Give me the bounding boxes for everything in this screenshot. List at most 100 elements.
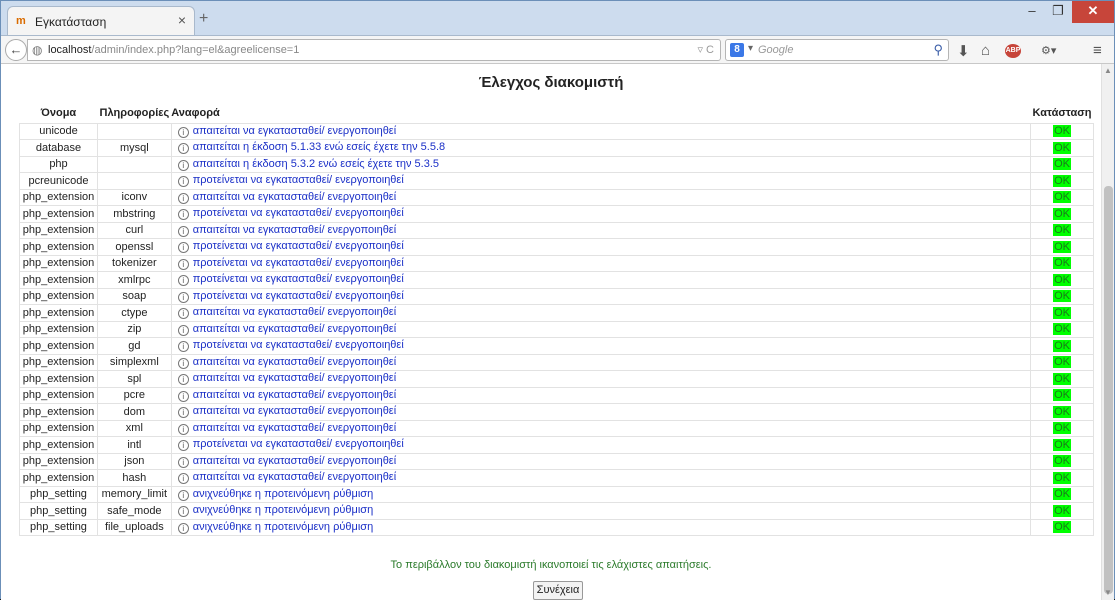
info-icon[interactable]: i: [177, 275, 189, 287]
info-icon[interactable]: i: [177, 258, 189, 270]
download-icon[interactable]: ⬇: [957, 42, 970, 60]
row-status: OK: [1030, 452, 1094, 470]
info-icon[interactable]: i: [177, 473, 189, 485]
extension-icon[interactable]: ⚙▾: [1041, 44, 1056, 57]
table-row: php_extension dom i απαιτείται να εγκαταστα…: [19, 403, 1094, 421]
report-link[interactable]: απαιτείται η έκδοση 5.1.33 ενώ εσείς έχε…: [193, 141, 445, 153]
report-link[interactable]: προτείνεται να εγκατασταθεί/ ενεργοποιηθ…: [193, 273, 404, 285]
dropdown-icon[interactable]: ▾: [748, 43, 753, 54]
report-link[interactable]: απαιτείται να εγκατασταθεί/ ενεργοποιηθε…: [193, 224, 396, 236]
google-icon[interactable]: 8: [730, 43, 744, 57]
continue-button[interactable]: Συνέχεια: [533, 581, 583, 600]
back-arrow-icon[interactable]: ←: [5, 39, 27, 61]
status-badge: OK: [1053, 257, 1071, 270]
close-window-button[interactable]: ✕: [1072, 1, 1114, 23]
row-info: iconv: [97, 188, 172, 206]
reload-icon[interactable]: ▿ C: [697, 43, 714, 56]
home-icon[interactable]: ⌂: [981, 42, 990, 59]
maximize-button[interactable]: ❐: [1045, 1, 1071, 23]
report-link[interactable]: απαιτείται να εγκατασταθεί/ ενεργοποιηθε…: [193, 125, 396, 137]
adblock-icon[interactable]: ABP: [1005, 44, 1021, 58]
row-info: gd: [97, 337, 172, 355]
info-icon[interactable]: i: [177, 341, 189, 353]
search-icon[interactable]: ⚲: [933, 42, 943, 58]
minimize-button[interactable]: –: [1019, 1, 1045, 23]
url-text[interactable]: localhost/admin/index.php?lang=el&agreel…: [48, 44, 299, 56]
scrollbar-thumb[interactable]: [1104, 186, 1113, 594]
info-icon[interactable]: i: [177, 374, 189, 386]
status-badge: OK: [1053, 174, 1071, 187]
column-header-info: Πληροφορίες: [99, 107, 170, 120]
info-icon[interactable]: i: [177, 192, 189, 204]
report-link[interactable]: προτείνεται να εγκατασταθεί/ ενεργοποιηθ…: [193, 438, 404, 450]
report-link[interactable]: απαιτείται να εγκατασταθεί/ ενεργοποιηθε…: [193, 471, 396, 483]
search-bar[interactable]: 8 ▾ Google ⚲: [725, 39, 949, 61]
info-icon[interactable]: i: [177, 126, 189, 138]
info-icon[interactable]: i: [177, 209, 189, 221]
report-link[interactable]: απαιτείται να εγκατασταθεί/ ενεργοποιηθε…: [193, 455, 396, 467]
row-report: i προτείνεται να εγκατασταθεί/ ενεργοποιη…: [170, 238, 1032, 256]
menu-icon[interactable]: ≡: [1093, 42, 1102, 59]
info-icon[interactable]: i: [177, 357, 189, 369]
row-report: i απαιτείται να εγκατασταθεί/ ενεργοποιηθ…: [170, 419, 1032, 437]
info-icon[interactable]: i: [177, 159, 189, 171]
info-icon[interactable]: i: [177, 522, 189, 534]
info-icon[interactable]: i: [177, 390, 189, 402]
report-link[interactable]: απαιτείται να εγκατασταθεί/ ενεργοποιηθε…: [193, 372, 396, 384]
report-link[interactable]: απαιτείται να εγκατασταθεί/ ενεργοποιηθε…: [193, 405, 396, 417]
table-row: php_extension hash i απαιτείται να εγκαταστ…: [19, 469, 1094, 487]
new-tab-icon[interactable]: +: [199, 10, 208, 28]
info-icon[interactable]: i: [177, 176, 189, 188]
status-badge: OK: [1053, 240, 1071, 253]
report-link[interactable]: προτείνεται να εγκατασταθεί/ ενεργοποιηθ…: [193, 207, 404, 219]
url-bar[interactable]: ◍ localhost/admin/index.php?lang=el&agre…: [27, 39, 721, 61]
info-icon[interactable]: i: [177, 489, 189, 501]
report-link[interactable]: προτείνεται να εγκατασταθεί/ ενεργοποιηθ…: [193, 257, 404, 269]
status-badge: OK: [1053, 504, 1071, 517]
status-badge: OK: [1053, 306, 1071, 319]
info-icon[interactable]: i: [177, 308, 189, 320]
table-row: php_extension ctype i απαιτείται να εγκατασ…: [19, 304, 1094, 322]
row-name: php_extension: [19, 386, 98, 404]
table-row: pcreunicode i προτείνεται να εγκατασταθεί/…: [19, 172, 1094, 190]
report-link[interactable]: προτείνεται να εγκατασταθεί/ ενεργοποιηθ…: [193, 339, 404, 351]
info-icon[interactable]: i: [177, 225, 189, 237]
report-link[interactable]: ανιχνεύθηκε η προτεινόμενη ρύθμιση: [193, 504, 373, 516]
report-link[interactable]: απαιτείται η έκδοση 5.3.2 ενώ εσείς έχετ…: [193, 158, 439, 170]
report-link[interactable]: ανιχνεύθηκε η προτεινόμενη ρύθμιση: [193, 488, 373, 500]
report-link[interactable]: απαιτείται να εγκατασταθεί/ ενεργοποιηθε…: [193, 356, 396, 368]
row-name: php_extension: [19, 337, 98, 355]
report-link[interactable]: απαιτείται να εγκατασταθεί/ ενεργοποιηθε…: [193, 323, 396, 335]
row-report: i απαιτείται να εγκατασταθεί/ ενεργοποιηθ…: [170, 304, 1032, 322]
info-icon[interactable]: i: [177, 506, 189, 518]
status-badge: OK: [1053, 356, 1071, 369]
info-icon[interactable]: i: [177, 242, 189, 254]
info-icon[interactable]: i: [177, 407, 189, 419]
row-status: OK: [1030, 320, 1094, 338]
scroll-down-icon[interactable]: ▼: [1104, 588, 1112, 597]
info-icon[interactable]: i: [177, 291, 189, 303]
status-badge: OK: [1053, 290, 1071, 303]
report-link[interactable]: ανιχνεύθηκε η προτεινόμενη ρύθμιση: [193, 521, 373, 533]
report-link[interactable]: απαιτείται να εγκατασταθεί/ ενεργοποιηθε…: [193, 306, 396, 318]
report-link[interactable]: προτείνεται να εγκατασταθεί/ ενεργοποιηθ…: [193, 174, 404, 186]
info-icon[interactable]: i: [177, 440, 189, 452]
row-name: php_extension: [19, 271, 98, 289]
info-icon[interactable]: i: [177, 143, 189, 155]
tab-install[interactable]: m Εγκατάσταση ×: [7, 6, 195, 35]
info-icon[interactable]: i: [177, 324, 189, 336]
row-report: i απαιτείται να εγκατασταθεί/ ενεργοποιηθ…: [170, 469, 1032, 487]
row-name: php_extension: [19, 304, 98, 322]
info-icon[interactable]: i: [177, 423, 189, 435]
info-icon[interactable]: i: [177, 456, 189, 468]
scroll-up-icon[interactable]: ▲: [1104, 66, 1112, 75]
report-link[interactable]: απαιτείται να εγκατασταθεί/ ενεργοποιηθε…: [193, 191, 396, 203]
report-link[interactable]: προτείνεται να εγκατασταθεί/ ενεργοποιηθ…: [193, 240, 404, 252]
close-tab-icon[interactable]: ×: [178, 12, 186, 28]
report-link[interactable]: προτείνεται να εγκατασταθεί/ ενεργοποιηθ…: [193, 290, 404, 302]
report-link[interactable]: απαιτείται να εγκατασταθεί/ ενεργοποιηθε…: [193, 422, 396, 434]
row-info: [97, 122, 172, 140]
report-link[interactable]: απαιτείται να εγκατασταθεί/ ενεργοποιηθε…: [193, 389, 396, 401]
row-name: php_extension: [19, 452, 98, 470]
vertical-scrollbar[interactable]: ▲ ▼: [1101, 64, 1114, 600]
